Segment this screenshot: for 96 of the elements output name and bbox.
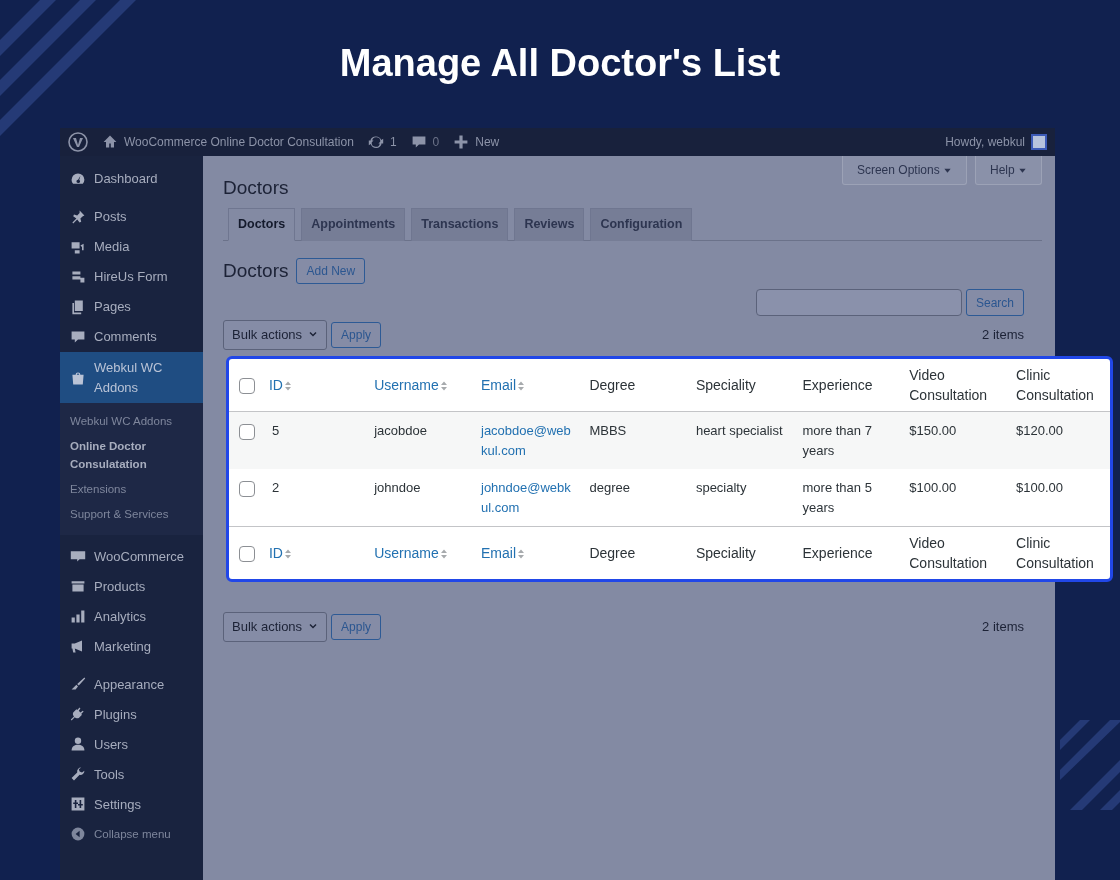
tab[interactable]: Transactions <box>411 207 509 241</box>
sidebar-item[interactable]: WooCommerce <box>60 541 203 572</box>
sidebar-item[interactable]: Products <box>60 571 203 602</box>
column-header: Speciality <box>695 545 756 561</box>
plus-icon <box>453 134 470 150</box>
sidebar-item[interactable]: Comments <box>60 322 203 352</box>
submenu-item[interactable]: Support & Services <box>60 502 203 528</box>
wrench-icon <box>70 766 86 783</box>
person-icon <box>70 736 86 753</box>
new-link[interactable]: New <box>453 133 500 151</box>
updates-link[interactable]: 1 <box>367 133 397 151</box>
column-sort-link[interactable]: Email <box>481 377 526 393</box>
table-cell: more than 5 years <box>802 480 872 515</box>
column-header: Experience <box>802 545 873 561</box>
column-header: Video Consultation <box>909 535 988 571</box>
caret-icon <box>1018 166 1027 176</box>
sidebar-item[interactable]: Webkul WC Addons <box>60 352 203 403</box>
form-icon <box>70 269 86 285</box>
table-cell: $120.00 <box>1016 423 1064 438</box>
pin-icon <box>70 209 86 225</box>
checkbox[interactable] <box>239 480 255 497</box>
plug-icon <box>70 706 86 723</box>
dropdown-button[interactable]: Screen Options <box>841 156 967 185</box>
sidebar-item[interactable]: Posts <box>60 202 203 232</box>
submenu-item[interactable]: Online Doctor Consulatation <box>60 434 203 477</box>
refresh-icon <box>367 134 384 150</box>
table-cell: 5 <box>271 423 280 438</box>
submenu-item[interactable]: Extensions <box>60 476 203 502</box>
list-title: Doctors <box>223 258 289 283</box>
column-sort-link[interactable]: ID <box>268 377 293 393</box>
table-cell: 2 <box>271 480 280 495</box>
table-cell: jacobdoe <box>374 423 427 438</box>
table-cell: $150.00 <box>909 423 957 438</box>
column-header: Degree <box>589 377 636 393</box>
bulk-actions-dropdown[interactable]: Bulk actions <box>223 320 328 350</box>
paintbrush-icon <box>70 676 86 693</box>
page-title: Doctors <box>223 177 290 200</box>
search-field[interactable] <box>755 289 962 317</box>
sidebar-item[interactable]: Settings <box>60 789 203 820</box>
select-all-checkbox[interactable] <box>239 378 255 395</box>
column-sort-link[interactable]: Email <box>481 545 526 561</box>
column-sort-link[interactable]: ID <box>268 545 293 561</box>
tab[interactable]: Appointments <box>301 207 406 241</box>
comments-link[interactable]: 0 <box>410 133 440 151</box>
item-count: 2 items <box>982 326 1024 345</box>
dropdown-button[interactable]: Help <box>975 156 1042 185</box>
site-name-link[interactable]: WooCommerce Online Doctor Consultation <box>102 133 354 151</box>
archive-box-icon <box>70 578 86 595</box>
column-header: Degree <box>589 545 636 561</box>
left-arrow-circle-icon <box>70 826 86 843</box>
speech-bubble-icon <box>70 329 86 345</box>
item-count: 2 items <box>982 618 1024 636</box>
table-cell: johndoe <box>374 480 421 495</box>
sidebar-item[interactable]: HireUs Form <box>60 262 203 292</box>
sidebar-item[interactable]: Analytics <box>60 601 203 632</box>
table-cell: heart specialist <box>695 423 783 438</box>
select-all-checkbox[interactable] <box>239 546 255 563</box>
table-cell: $100.00 <box>1016 480 1064 495</box>
column-header: Speciality <box>695 377 756 393</box>
column-sort-link[interactable]: Username <box>374 545 449 561</box>
avatar-icon <box>1031 134 1047 150</box>
caret-icon <box>943 166 952 176</box>
checkbox[interactable] <box>239 423 255 440</box>
tab[interactable]: Reviews <box>514 207 585 241</box>
sliders-icon <box>70 796 86 813</box>
table-cell: specialty <box>695 480 747 495</box>
collapse-menu-button[interactable]: Collapse menu <box>60 819 203 850</box>
column-header: Experience <box>802 377 873 393</box>
bar-chart-icon <box>70 608 86 625</box>
table-cell: $100.00 <box>909 480 957 495</box>
sidebar-item[interactable]: Marketing <box>60 631 203 662</box>
sidebar-item[interactable]: Plugins <box>60 699 203 730</box>
tab[interactable]: Configuration <box>590 207 693 241</box>
bulk-actions-dropdown[interactable]: Bulk actions <box>223 612 328 642</box>
tab[interactable]: Doctors <box>228 207 296 241</box>
banner-title: Manage All Doctor's List <box>339 41 781 87</box>
sidebar-item[interactable]: Appearance <box>60 669 203 700</box>
column-sort-link[interactable]: Username <box>374 377 449 393</box>
sidebar-item[interactable]: Tools <box>60 759 203 790</box>
pages-icon <box>70 299 86 315</box>
home-icon <box>102 134 118 150</box>
table-cell: more than 7 years <box>802 423 872 458</box>
column-header: Clinic Consultation <box>1016 367 1094 403</box>
table-cell: MBBS <box>589 423 627 438</box>
email-address[interactable]: johndoe@webkul.com <box>481 478 572 518</box>
column-header: Clinic Consultation <box>1016 535 1094 571</box>
column-header: Video Consultation <box>909 367 988 403</box>
sidebar-item[interactable]: Users <box>60 729 203 760</box>
account-menu[interactable]: Howdy, webkul <box>945 133 1047 151</box>
sidebar-item[interactable]: Pages <box>60 292 203 322</box>
submenu-item[interactable]: Webkul WC Addons <box>60 409 203 435</box>
speech-bubble-icon <box>410 134 427 150</box>
gauge-icon <box>70 171 86 187</box>
table-cell: degree <box>589 480 630 495</box>
sidebar-item[interactable]: Media <box>60 232 203 262</box>
sidebar-item[interactable]: Dashboard <box>60 164 203 194</box>
